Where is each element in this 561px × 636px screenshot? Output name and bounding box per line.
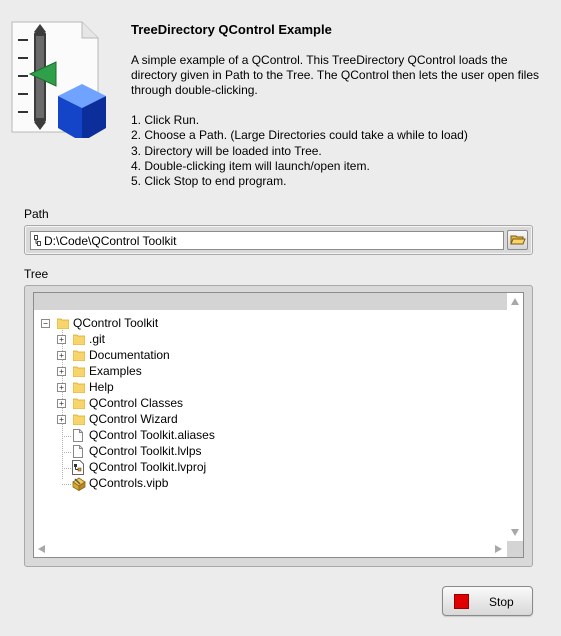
stop-icon — [454, 594, 469, 609]
page-title: TreeDirectory QControl Example — [131, 22, 332, 37]
tree-item-label: QControl Toolkit.lvproj — [89, 460, 207, 474]
scroll-down-icon[interactable] — [511, 529, 519, 536]
expand-icon[interactable]: + — [57, 399, 66, 408]
step-3: 3. Directory will be loaded into Tree. — [131, 143, 322, 158]
step-5: 5. Click Stop to end program. — [131, 174, 287, 189]
folder-icon — [73, 350, 85, 361]
file-icon — [73, 445, 83, 458]
collapse-icon[interactable]: − — [41, 319, 50, 328]
expand-icon[interactable]: + — [57, 335, 66, 344]
step-2: 2. Choose a Path. (Large Directories cou… — [131, 128, 468, 143]
tree-item-label: QControls.vipb — [89, 476, 169, 490]
tree-item-label: Help — [89, 380, 114, 394]
description-text: A simple example of a QControl. This Tre… — [131, 53, 540, 97]
qcontrol-slider-cube-icon — [10, 18, 106, 142]
step-4: 4. Double-clicking item will launch/open… — [131, 158, 370, 173]
stop-button[interactable]: Stop — [442, 586, 533, 616]
expand-icon[interactable]: + — [57, 367, 66, 376]
scroll-right-icon[interactable] — [495, 545, 502, 553]
tree-column-header — [34, 293, 507, 310]
folder-icon — [73, 334, 85, 345]
expand-icon[interactable]: + — [57, 351, 66, 360]
tree-item-label: Documentation — [89, 348, 170, 362]
vipb-icon — [72, 477, 86, 491]
folder-icon — [57, 318, 69, 329]
stop-button-label: Stop — [489, 595, 514, 609]
expand-icon[interactable]: + — [57, 415, 66, 424]
path-control: D:\Code\QControl Toolkit — [24, 225, 533, 255]
tree-item-label: QControl Toolkit.aliases — [89, 428, 215, 442]
folder-icon — [73, 398, 85, 409]
expand-icon[interactable]: + — [57, 383, 66, 392]
path-type-icon — [34, 235, 41, 246]
instruction-steps: 1. Click Run. 2. Choose a Path. (Large D… — [131, 113, 468, 189]
tree-item-label: QControl Toolkit.lvlps — [89, 444, 202, 458]
scroll-corner — [507, 541, 523, 557]
tree-item-label: QControl Toolkit — [73, 316, 159, 330]
horizontal-scrollbar[interactable] — [34, 541, 507, 557]
file-icon — [73, 429, 83, 442]
tree-label: Tree — [24, 267, 49, 281]
path-value: D:\Code\QControl Toolkit — [44, 234, 177, 248]
tree-item-label: QControl Wizard — [89, 412, 178, 426]
tree-connector — [62, 452, 71, 453]
folder-icon — [73, 366, 85, 377]
tree-connector — [62, 468, 71, 469]
path-label: Path — [24, 207, 49, 221]
tree-control: − QControl Toolkit + .git + Documentatio… — [24, 285, 533, 567]
open-folder-icon — [510, 235, 526, 245]
vertical-scrollbar[interactable] — [507, 293, 523, 541]
lvproj-icon — [72, 460, 84, 475]
folder-icon — [73, 414, 85, 425]
tree-connector — [62, 436, 71, 437]
scroll-up-icon[interactable] — [511, 298, 519, 305]
browse-button[interactable] — [507, 230, 528, 250]
tree-item-label: Examples — [89, 364, 142, 378]
folder-icon — [73, 382, 85, 393]
step-1: 1. Click Run. — [131, 113, 200, 127]
tree-connector — [62, 484, 71, 485]
tree-item-label: .git — [89, 332, 106, 346]
path-input[interactable]: D:\Code\QControl Toolkit — [30, 231, 504, 250]
tree-item-label: QControl Classes — [89, 396, 184, 410]
tree-view[interactable]: − QControl Toolkit + .git + Documentatio… — [33, 292, 524, 558]
scroll-left-icon[interactable] — [38, 545, 45, 553]
